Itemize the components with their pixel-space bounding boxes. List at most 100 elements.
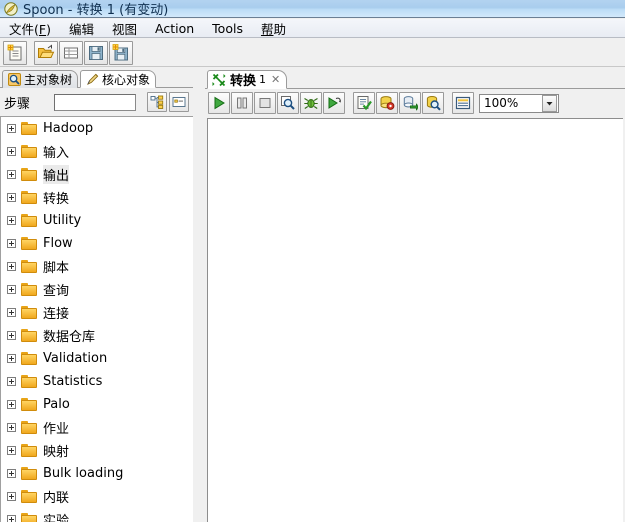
- expand-plus-icon[interactable]: [7, 377, 16, 386]
- tree-item-label: Validation: [43, 351, 108, 366]
- replay-button[interactable]: [323, 92, 345, 114]
- pause-icon: [234, 95, 250, 111]
- tree-item[interactable]: Flow: [1, 232, 193, 255]
- expand-plus-icon[interactable]: [7, 308, 16, 317]
- menu-help[interactable]: 帮助: [252, 18, 295, 39]
- expand-plus-icon[interactable]: [7, 285, 16, 294]
- tree-item[interactable]: 内联: [1, 485, 193, 508]
- menu-help-label: 帮助: [260, 21, 286, 37]
- zoom-level-dropdown[interactable]: 100%: [479, 93, 559, 113]
- expand-plus-icon[interactable]: [7, 469, 16, 478]
- folder-icon: [21, 260, 37, 273]
- tree-item[interactable]: Utility: [1, 209, 193, 232]
- expand-plus-icon[interactable]: [7, 354, 16, 363]
- tree-item[interactable]: Statistics: [1, 370, 193, 393]
- folder-icon: [21, 145, 37, 158]
- tab-transformation-label: 转换: [230, 74, 257, 89]
- tree-item[interactable]: 查询: [1, 278, 193, 301]
- expand-plus-icon[interactable]: [7, 400, 16, 409]
- search-input[interactable]: [54, 93, 136, 111]
- new-file-button[interactable]: [3, 40, 27, 65]
- expand-all-button[interactable]: [147, 92, 167, 112]
- tree-item[interactable]: 数据仓库: [1, 324, 193, 347]
- tab-main-object-tree-label: 主对象树: [24, 73, 73, 87]
- close-icon[interactable]: ✕: [271, 74, 280, 85]
- window-title: Spoon - 转换 1 (有变动): [23, 3, 169, 18]
- tree-item-label: Hadoop: [43, 121, 94, 136]
- tree-item[interactable]: Validation: [1, 347, 193, 370]
- tab-main-object-tree[interactable]: 主对象树: [2, 70, 79, 88]
- collapse-all-button[interactable]: [169, 92, 189, 112]
- expand-plus-icon[interactable]: [7, 331, 16, 340]
- menu-view-label: 视图: [112, 21, 138, 37]
- expand-plus-icon[interactable]: [7, 423, 16, 432]
- preview-button[interactable]: [277, 92, 299, 114]
- tree-item[interactable]: 实验: [1, 508, 193, 522]
- debug-button[interactable]: [300, 92, 322, 114]
- folder-icon: [21, 214, 37, 227]
- tree-item-label: 脚本: [43, 261, 70, 276]
- impact-analysis-button[interactable]: [376, 92, 398, 114]
- stop-button[interactable]: [254, 92, 276, 114]
- explore-repository-button[interactable]: [59, 40, 83, 65]
- tree-item[interactable]: Palo: [1, 393, 193, 416]
- spoon-icon: [4, 1, 18, 16]
- expand-plus-icon[interactable]: [7, 170, 16, 179]
- tree-item[interactable]: Hadoop: [1, 117, 193, 140]
- expand-plus-icon[interactable]: [7, 515, 16, 522]
- save-button[interactable]: [84, 40, 108, 65]
- tree-item[interactable]: 输出: [1, 163, 193, 186]
- sql-button[interactable]: [399, 92, 421, 114]
- tree-item-label: 查询: [43, 284, 70, 299]
- search-metadata-button[interactable]: [422, 92, 444, 114]
- folder-icon: [21, 306, 37, 319]
- menu-action[interactable]: Action: [146, 20, 203, 37]
- save-as-button[interactable]: [109, 40, 133, 65]
- expand-plus-icon[interactable]: [7, 446, 16, 455]
- expand-plus-icon[interactable]: [7, 239, 16, 248]
- menu-tools-label: Tools: [212, 20, 243, 36]
- core-objects-tree[interactable]: Hadoop 输入 输出 转换 Utility Flow 脚本 查询 连接 数据…: [0, 116, 193, 522]
- tree-item[interactable]: 连接: [1, 301, 193, 324]
- expand-plus-icon[interactable]: [7, 124, 16, 133]
- menu-tools[interactable]: Tools: [203, 20, 252, 37]
- tree-item-label: 实验: [43, 514, 70, 522]
- panel-sash[interactable]: [193, 68, 205, 522]
- tree-item[interactable]: Bulk loading: [1, 462, 193, 485]
- impact-database-icon: [379, 95, 395, 111]
- right-panel: 转换 1 ✕ 100%: [205, 68, 625, 522]
- chevron-down-icon[interactable]: [542, 94, 557, 112]
- tree-item[interactable]: 作业: [1, 416, 193, 439]
- menu-file[interactable]: 文件(F): [0, 18, 60, 39]
- folder-icon: [21, 352, 37, 365]
- expand-tree-icon: [150, 95, 164, 109]
- expand-plus-icon[interactable]: [7, 492, 16, 501]
- expand-plus-icon[interactable]: [7, 216, 16, 225]
- menu-view[interactable]: 视图: [103, 18, 146, 39]
- tree-item-label: 映射: [43, 445, 70, 460]
- open-folder-icon: [37, 44, 55, 62]
- tab-transformation-1[interactable]: 转换 1 ✕: [207, 70, 288, 89]
- folder-icon: [21, 513, 37, 522]
- folder-icon: [21, 375, 37, 388]
- open-file-button[interactable]: [34, 40, 58, 65]
- show-grid-button[interactable]: [452, 92, 474, 114]
- pause-button[interactable]: [231, 92, 253, 114]
- expand-plus-icon[interactable]: [7, 147, 16, 156]
- tree-item[interactable]: 脚本: [1, 255, 193, 278]
- tree-item[interactable]: 映射: [1, 439, 193, 462]
- verify-button[interactable]: [353, 92, 375, 114]
- expand-plus-icon[interactable]: [7, 262, 16, 271]
- tree-item[interactable]: 转换: [1, 186, 193, 209]
- transformation-canvas[interactable]: [207, 118, 623, 522]
- steps-filter-bar: 步骤: [0, 88, 193, 116]
- tree-item[interactable]: 输入: [1, 140, 193, 163]
- tree-control-buttons: [145, 92, 189, 112]
- run-button[interactable]: [208, 92, 230, 114]
- magnifier-icon: [8, 73, 21, 86]
- tree-item-label: 输入: [43, 146, 70, 161]
- tree-item-label: Palo: [43, 397, 70, 412]
- menu-edit[interactable]: 编辑: [60, 18, 103, 39]
- expand-plus-icon[interactable]: [7, 193, 16, 202]
- tab-core-objects[interactable]: 核心对象: [80, 70, 157, 88]
